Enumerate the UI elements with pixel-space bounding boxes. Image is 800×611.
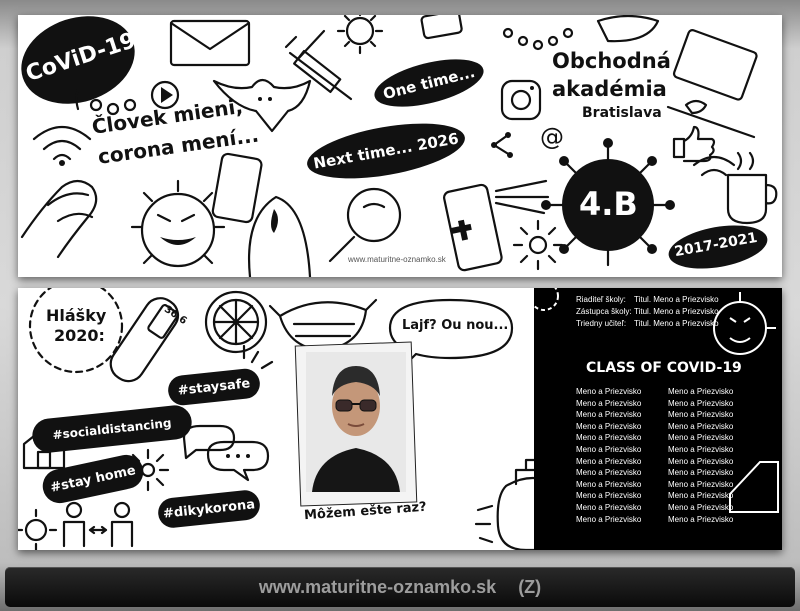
- student-name: Meno a Priezvisko: [576, 491, 642, 501]
- virus-face-icon: [713, 301, 767, 355]
- wifi-right-icon: [692, 155, 736, 177]
- hlasky-line-1: Hlášky: [46, 306, 107, 325]
- student-name: Meno a Priezvisko: [668, 456, 734, 466]
- staff-row-teacher: Triedny učiteľ: Titul. Meno a Priezvisko: [576, 319, 719, 328]
- laptop-icon: [729, 461, 779, 513]
- people-distancing-icon: [62, 501, 134, 548]
- student-name: Meno a Priezvisko: [576, 433, 642, 443]
- coffee-icon: [726, 151, 778, 225]
- ghost-icon: [248, 195, 312, 277]
- student-name: Meno a Priezvisko: [668, 421, 734, 431]
- envelope-icon: [169, 19, 251, 67]
- footer-bar: www.maturitne-oznamko.sk (Z): [5, 567, 795, 607]
- soap-sparkle: [474, 504, 494, 544]
- student-list-right: Meno a Priezvisko Meno a Priezvisko Meno a…: [668, 386, 733, 525]
- virus-icon: [18, 508, 58, 550]
- lemon-icon: [204, 290, 268, 354]
- virus-face-icon: [130, 179, 226, 268]
- student-name: Meno a Priezvisko: [668, 433, 734, 443]
- virus-chain-icon: [502, 27, 574, 51]
- bottom-card: Hlášky 2020: 36,6 #staysafe #socialdista…: [18, 288, 782, 550]
- hands-icon: [20, 179, 98, 259]
- virus-icon: [534, 288, 559, 311]
- staff-row-principal: Riaditeľ školy: Titul. Meno a Priezvisko: [576, 295, 719, 304]
- bird-icon: [684, 99, 708, 115]
- instagram-icon: [500, 79, 542, 121]
- portrait-photo: [306, 352, 406, 492]
- class-title: CLASS OF COVID-19: [586, 360, 742, 376]
- student-name: Meno a Priezvisko: [668, 444, 734, 454]
- smartphone-icon: [211, 152, 263, 224]
- molecule-icon: [512, 219, 564, 271]
- school-name-line-2: akadémia: [552, 77, 667, 101]
- chat-icon: [182, 424, 270, 482]
- student-name: Meno a Priezvisko: [576, 410, 642, 420]
- student-name: Meno a Priezvisko: [576, 456, 642, 466]
- hlasky-line-2: 2020:: [54, 326, 105, 345]
- class-badge-label: 4.B: [579, 185, 638, 223]
- footer-url[interactable]: www.maturitne-oznamko.sk: [259, 577, 496, 598]
- student-name: Meno a Priezvisko: [668, 514, 734, 524]
- wifi-icon: [32, 126, 92, 166]
- student-name: Meno a Priezvisko: [668, 468, 734, 478]
- spray-icon: [443, 179, 550, 272]
- phone-icon: [420, 15, 463, 40]
- student-name: Meno a Priezvisko: [576, 398, 642, 408]
- class-panel: Riaditeľ školy: Titul. Meno a Priezvisko …: [534, 288, 782, 550]
- student-name: Meno a Priezvisko: [576, 468, 642, 478]
- soap-icon: [496, 458, 538, 550]
- student-name: Meno a Priezvisko: [576, 421, 642, 431]
- school-city: Bratislava: [582, 105, 662, 121]
- student-name: Meno a Priezvisko: [668, 387, 734, 396]
- share-icon: [491, 132, 513, 158]
- student-name: Meno a Priezvisko: [668, 502, 734, 512]
- student-name: Meno a Priezvisko: [576, 444, 642, 454]
- student-name: Meno a Priezvisko: [576, 514, 642, 524]
- virus-icon: [336, 15, 384, 55]
- student-name: Meno a Priezvisko: [576, 387, 642, 396]
- mask-icon: [268, 298, 378, 352]
- at-icon: @: [540, 123, 564, 151]
- magnifier-icon: [328, 187, 402, 263]
- student-name: Meno a Priezvisko: [576, 502, 642, 512]
- syringe-icon: [284, 29, 353, 101]
- student-name: Meno a Priezvisko: [668, 398, 734, 408]
- footer-code: (Z): [518, 576, 542, 597]
- top-card: @ CoViD-19 Človek mieni, corona mení... …: [18, 15, 782, 277]
- student-name: Meno a Priezvisko: [668, 479, 734, 489]
- student-name: Meno a Priezvisko: [576, 479, 642, 489]
- staff-row-deputy: Zástupca školy: Titul. Meno a Priezvisko: [576, 307, 719, 316]
- mask-icon: [596, 15, 660, 43]
- school-name-line-1: Obchodná: [552, 49, 671, 73]
- speech-text: Lajf? Ou nou...: [402, 318, 509, 333]
- student-list-left: Meno a Priezvisko Meno a Priezvisko Meno a…: [576, 386, 641, 525]
- student-name: Meno a Priezvisko: [668, 410, 734, 420]
- like-icon: [672, 125, 716, 163]
- student-name: Meno a Priezvisko: [668, 491, 734, 501]
- watermark: www.maturitne-oznamko.sk: [348, 255, 446, 264]
- laptop-icon: [666, 29, 758, 139]
